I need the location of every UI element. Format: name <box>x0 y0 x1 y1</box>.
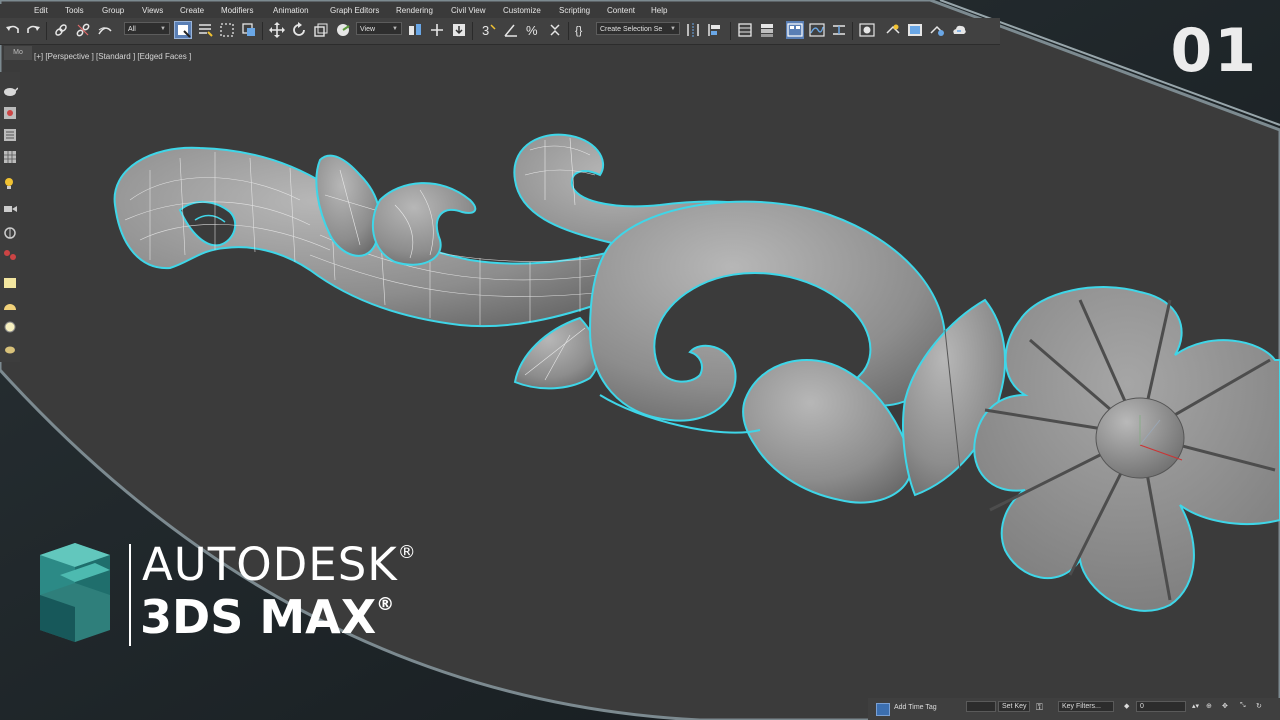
angle-snap-icon[interactable] <box>502 21 520 39</box>
brand-autodesk: AUTODESK® <box>142 538 417 591</box>
add-time-tag-label[interactable]: Add Time Tag <box>894 704 937 711</box>
menu-customize[interactable]: Customize <box>503 6 541 15</box>
orbit-icon[interactable]: ↻ <box>1256 702 1262 710</box>
named-selection-sets-dropdown[interactable]: Create Selection Se ▼ <box>596 22 680 35</box>
time-tag-icon[interactable] <box>876 703 890 716</box>
rendered-frame-icon[interactable] <box>906 21 924 39</box>
keyboard-shortcut-icon[interactable] <box>450 21 468 39</box>
zoom-icon[interactable]: ⊕ <box>1206 702 1212 710</box>
material-editor-icon[interactable] <box>858 21 876 39</box>
viewport-label[interactable]: [+] [Perspective ] [Standard ] [Edged Fa… <box>34 52 191 61</box>
menu-civil-view[interactable]: Civil View <box>451 6 486 15</box>
time-config-icon[interactable]: ▴▾ <box>1192 702 1199 710</box>
dome-icon[interactable] <box>2 298 18 312</box>
ribbon-icon[interactable] <box>786 21 804 39</box>
rect-selection-icon[interactable] <box>218 21 236 39</box>
zoom-extents-icon[interactable]: ⤡ <box>1240 702 1246 710</box>
spinner-snap-icon[interactable] <box>546 21 564 39</box>
curve-editor-icon[interactable] <box>808 21 826 39</box>
menu-tools[interactable]: Tools <box>65 6 84 15</box>
select-object-icon[interactable] <box>174 21 192 39</box>
set-key-button[interactable]: Set Key <box>998 701 1030 712</box>
edit-named-sets-icon[interactable]: {} <box>574 21 592 39</box>
menu-modifiers[interactable]: Modifiers <box>221 6 253 15</box>
selection-filter-dropdown[interactable]: All ▼ <box>124 22 170 35</box>
menu-scripting[interactable]: Scripting <box>559 6 590 15</box>
brand-3ds-max-text: 3DS MAX <box>140 590 377 644</box>
current-frame-field[interactable]: 0 <box>1136 701 1186 712</box>
scale-icon[interactable] <box>312 21 330 39</box>
light-icon[interactable] <box>2 176 18 190</box>
unlink-icon[interactable] <box>74 21 92 39</box>
menu-graph-editors[interactable]: Graph Editors <box>330 6 379 15</box>
undo-icon[interactable] <box>4 21 22 39</box>
schematic-view-icon[interactable] <box>830 21 848 39</box>
helpers-icon[interactable] <box>2 226 18 240</box>
menu-group[interactable]: Group <box>102 6 124 15</box>
key-mode-field[interactable] <box>966 701 996 712</box>
redo-icon[interactable] <box>24 21 42 39</box>
percent-snap-icon[interactable]: % <box>524 21 542 39</box>
key-filters-button[interactable]: Key Filters... <box>1058 701 1114 712</box>
reference-coordinate-dropdown[interactable]: View ▼ <box>356 22 402 35</box>
svg-text:%: % <box>526 23 538 38</box>
render-setup-icon[interactable] <box>884 21 902 39</box>
scene-explorer-icon[interactable] <box>736 21 754 39</box>
registered-mark: ® <box>397 542 417 563</box>
key-icon[interactable]: ⚿ <box>1036 702 1043 713</box>
mirror-icon[interactable] <box>684 21 702 39</box>
rotate-icon[interactable] <box>290 21 308 39</box>
layer-explorer-icon[interactable] <box>758 21 776 39</box>
bind-space-warp-icon[interactable] <box>96 21 114 39</box>
teapot-icon[interactable] <box>2 84 19 98</box>
grid-panel-icon[interactable] <box>2 150 18 164</box>
menu-rendering[interactable]: Rendering <box>396 6 433 15</box>
select-by-name-icon[interactable] <box>196 21 214 39</box>
3ds-max-logo-mark <box>40 543 110 642</box>
pan-icon[interactable]: ✥ <box>1222 702 1228 710</box>
svg-text:{}: {} <box>575 25 583 37</box>
registered-mark: ® <box>376 594 395 615</box>
episode-number: 01 <box>1170 16 1258 86</box>
menu-views[interactable]: Views <box>142 6 163 15</box>
snap-3d-icon[interactable]: 3 <box>480 21 498 39</box>
sphere-icon[interactable] <box>2 320 18 334</box>
brand-autodesk-text: AUTODESK <box>142 538 398 591</box>
frame-icon[interactable] <box>2 276 18 290</box>
list-panel-icon[interactable] <box>2 128 18 142</box>
brand-divider <box>129 544 131 646</box>
create-shape-icon[interactable] <box>2 106 18 120</box>
window-crossing-icon[interactable] <box>240 21 258 39</box>
frame-spinner-icon[interactable]: ◆ <box>1124 702 1129 710</box>
link-icon[interactable] <box>52 21 70 39</box>
pivot-icon[interactable] <box>406 21 424 39</box>
menu-help[interactable]: Help <box>651 6 667 15</box>
command-panel-tab[interactable]: Mo <box>4 46 32 60</box>
menu-create[interactable]: Create <box>180 6 204 15</box>
place-icon[interactable] <box>334 21 352 39</box>
align-icon[interactable] <box>706 21 724 39</box>
menu-content[interactable]: Content <box>607 6 635 15</box>
move-icon[interactable] <box>268 21 286 39</box>
render-cloud-icon[interactable] <box>950 21 968 39</box>
camera-icon[interactable] <box>2 202 18 216</box>
svg-text:3: 3 <box>482 23 489 38</box>
spacewarps-icon[interactable] <box>2 248 18 262</box>
brand-3ds-max: 3DS MAX® <box>140 590 394 644</box>
render-icon[interactable] <box>928 21 946 39</box>
select-manipulate-icon[interactable] <box>428 21 446 39</box>
menu-animation[interactable]: Animation <box>273 6 309 15</box>
menu-edit[interactable]: Edit <box>34 6 48 15</box>
teapot-small-icon[interactable] <box>2 342 18 356</box>
